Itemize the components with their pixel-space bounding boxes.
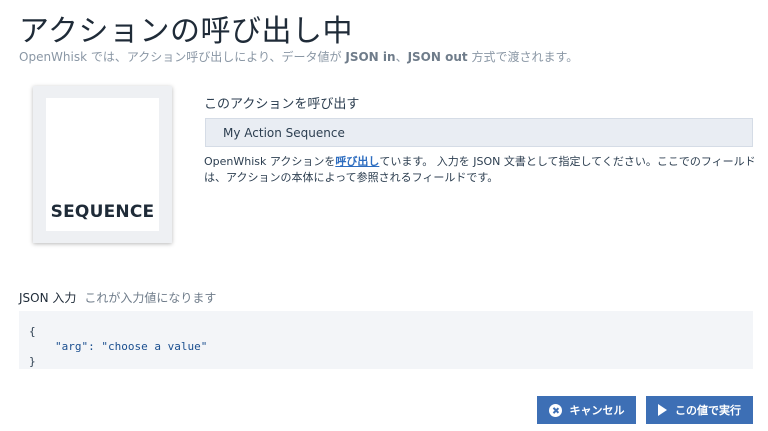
subtitle-separator: 、 [395, 50, 408, 64]
sequence-card: SEQUENCE [33, 86, 172, 243]
action-name-value: My Action Sequence [223, 126, 345, 140]
invoke-description: OpenWhisk アクションを呼び出しています。 入力を JSON 文書として… [204, 154, 760, 186]
run-button-label: この値で実行 [675, 404, 741, 417]
cancel-button-label: キャンセル [569, 404, 625, 417]
code-line-open-brace: { [29, 325, 36, 338]
subtitle-prefix: OpenWhisk では、アクション呼び出しにより、データ値が [19, 50, 346, 64]
subtitle-json-out: JSON out [407, 50, 468, 64]
page-subtitle: OpenWhisk では、アクション呼び出しにより、データ値が JSON in、… [19, 48, 578, 65]
run-with-value-button[interactable]: この値で実行 [646, 396, 753, 424]
json-input-editor[interactable]: { "arg": "choose a value" } [19, 311, 753, 369]
play-icon [658, 404, 667, 416]
invoke-action-label: このアクションを呼び出す [204, 97, 360, 112]
desc-prefix: OpenWhisk アクションを [204, 155, 336, 168]
action-name-field: My Action Sequence [205, 118, 753, 147]
code-line-arg: "arg": "choose a value" [55, 340, 208, 353]
subtitle-suffix: 方式で渡されます。 [467, 50, 579, 64]
invoke-docs-link[interactable]: 呼び出し [335, 155, 379, 168]
page-title: アクションの呼び出し中 [19, 14, 353, 49]
json-input-heading: JSON 入力 これが入力値になります [19, 289, 216, 306]
cancel-button[interactable]: キャンセル [537, 396, 636, 424]
sequence-card-label: SEQUENCE [50, 202, 155, 222]
json-input-label: JSON 入力 [19, 291, 77, 305]
code-line-close-brace: } [29, 355, 36, 368]
json-input-hint: これが入力値になります [84, 291, 217, 305]
subtitle-json-in: JSON in [345, 50, 396, 64]
cancel-icon [548, 403, 562, 417]
invoke-action-page: アクションの呼び出し中 OpenWhisk では、アクション呼び出しにより、デー… [0, 0, 768, 431]
sequence-card-inner: SEQUENCE [46, 98, 159, 231]
